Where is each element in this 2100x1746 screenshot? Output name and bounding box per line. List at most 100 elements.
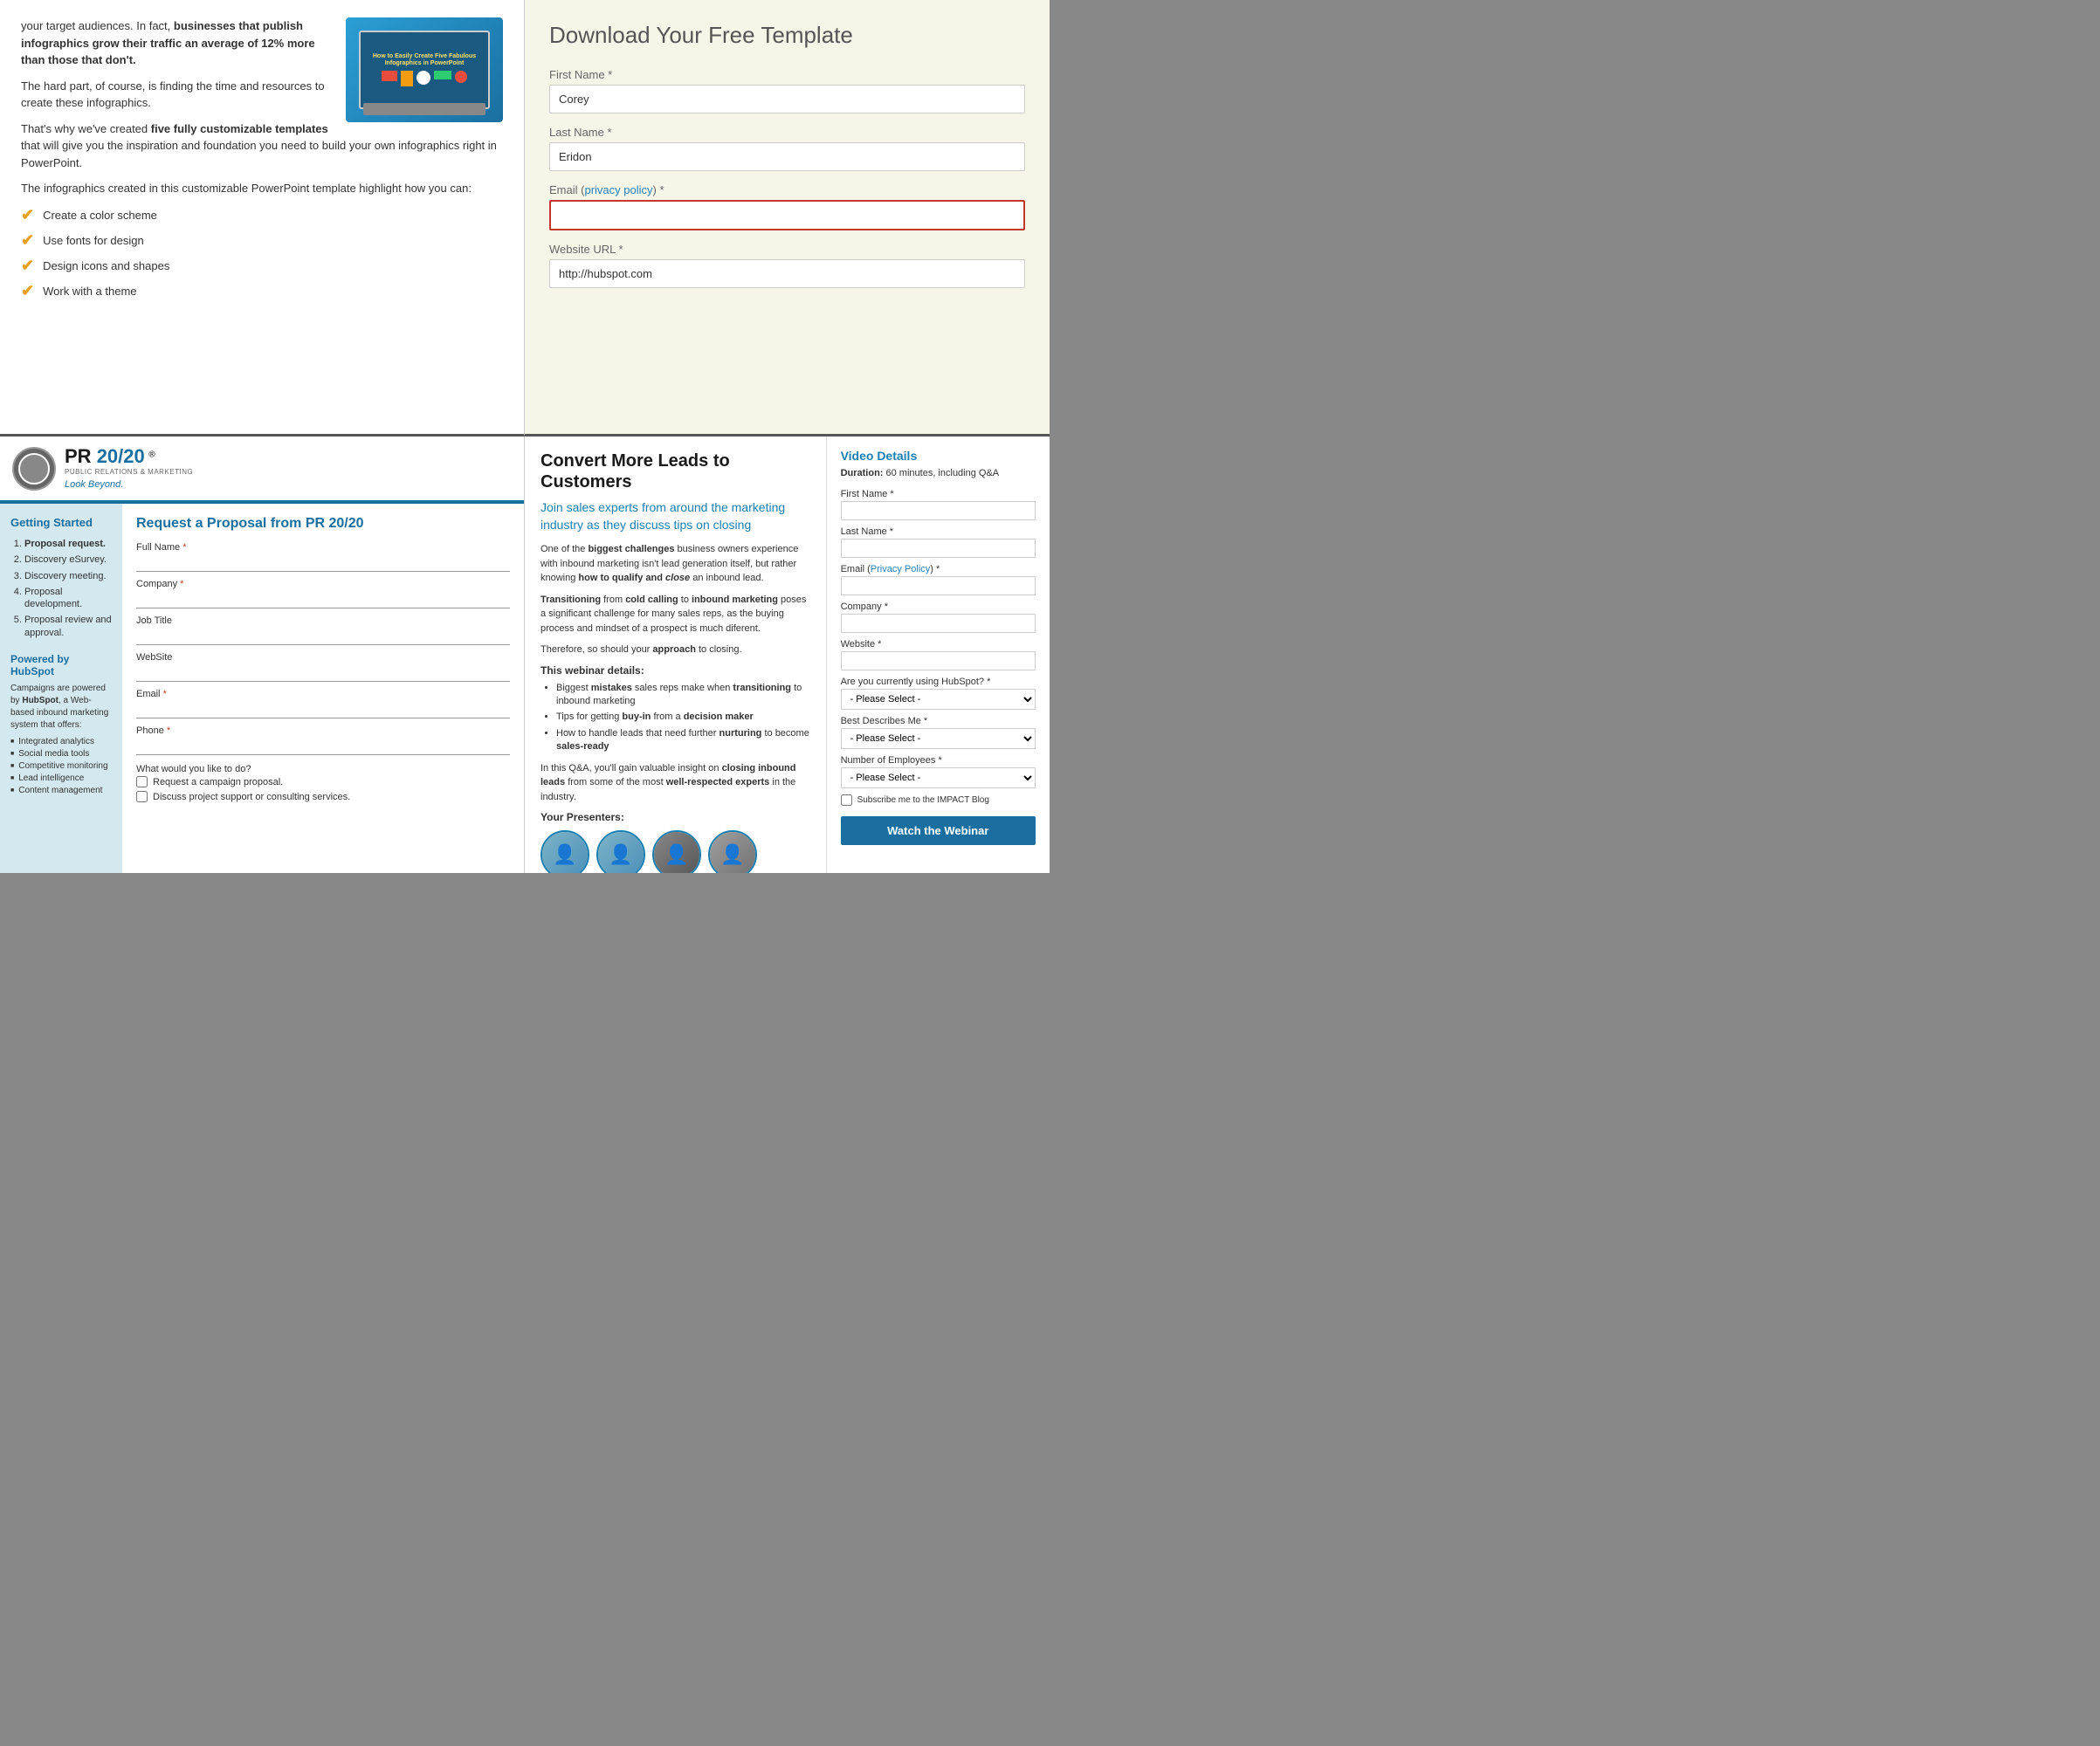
website-group-form: WebSite bbox=[136, 652, 510, 682]
vf-describes-group: Best Describes Me * - Please Select - Sa… bbox=[841, 716, 1036, 749]
last-name-input[interactable] bbox=[549, 142, 1025, 171]
vf-email-input[interactable] bbox=[841, 576, 1036, 595]
vf-website-label: Website * bbox=[841, 639, 1036, 650]
check-item-3: ✔ Design icons and shapes bbox=[21, 257, 503, 275]
webinar-p1: One of the biggest challenges business o… bbox=[540, 542, 810, 586]
infographic-shapes bbox=[382, 71, 467, 86]
check-text-4: Work with a theme bbox=[43, 285, 136, 298]
webinar-details-title: This webinar details: bbox=[540, 664, 810, 677]
feature-2: Social media tools bbox=[10, 749, 112, 759]
checkbox-item-1: Request a campaign proposal. bbox=[136, 776, 510, 787]
vf-employees-group: Number of Employees * - Please Select - … bbox=[841, 755, 1036, 788]
what-label: What would you like to do? bbox=[136, 764, 510, 774]
webinar-bullets: Biggest mistakes sales reps make when tr… bbox=[540, 682, 810, 754]
infographic-title-text: How to Easily Create Five Fabulous Infog… bbox=[366, 53, 483, 68]
website-input[interactable] bbox=[549, 259, 1025, 288]
vf-first-name-label: First Name * bbox=[841, 489, 1036, 499]
checkmark-icon-4: ✔ bbox=[21, 282, 34, 300]
vf-hubspot-select[interactable]: - Please Select - Yes No bbox=[841, 689, 1036, 710]
checkmark-icon-1: ✔ bbox=[21, 206, 34, 224]
avatar-placeholder-2: 👤 bbox=[598, 832, 644, 873]
webinar-heading: Convert More Leads to Customers bbox=[540, 450, 810, 492]
shape-rect-1 bbox=[382, 71, 397, 81]
webinar-subtitle: Join sales experts from around the marke… bbox=[540, 499, 810, 533]
checkmark-icon-2: ✔ bbox=[21, 231, 34, 250]
checkbox-consulting[interactable] bbox=[136, 791, 148, 802]
panel-bottom-right: Convert More Leads to Customers Join sal… bbox=[525, 436, 1050, 873]
last-name-group: Last Name * bbox=[549, 126, 1025, 171]
email-group: Email (privacy policy) * bbox=[549, 183, 1025, 230]
pr-subtitle: PUBLIC RELATIONS & MARKETING bbox=[65, 468, 512, 476]
proposal-form-title: Request a Proposal from PR 20/20 bbox=[136, 516, 510, 532]
vf-last-name-group: Last Name * bbox=[841, 526, 1036, 558]
checkbox-item-2: Discuss project support or consulting se… bbox=[136, 791, 510, 802]
vf-website-input[interactable] bbox=[841, 651, 1036, 670]
first-name-input[interactable] bbox=[549, 85, 1025, 113]
privacy-policy-link-vf[interactable]: Privacy Policy bbox=[871, 564, 930, 574]
privacy-policy-link[interactable]: privacy policy bbox=[584, 183, 652, 196]
job-title-input[interactable] bbox=[136, 629, 510, 645]
company-group: Company * bbox=[136, 579, 510, 608]
shape-rect-3 bbox=[434, 71, 451, 79]
bullet-1: Biggest mistakes sales reps make when tr… bbox=[556, 682, 810, 709]
subscribe-checkbox[interactable] bbox=[841, 794, 852, 806]
vf-employees-select[interactable]: - Please Select - 1-10 11-50 51-200 bbox=[841, 767, 1036, 788]
phone-group: Phone * bbox=[136, 725, 510, 755]
job-title-group: Job Title bbox=[136, 615, 510, 645]
vf-first-name-group: First Name * bbox=[841, 489, 1036, 520]
phone-input[interactable] bbox=[136, 739, 510, 755]
checkbox-proposal-label: Request a campaign proposal. bbox=[153, 777, 283, 787]
step-2: Discovery eSurvey. bbox=[24, 553, 112, 566]
bullet-3: How to handle leads that need further nu… bbox=[556, 727, 810, 754]
vf-describes-select[interactable]: - Please Select - Sales Marketing Execut… bbox=[841, 728, 1036, 749]
website-label-form: WebSite bbox=[136, 652, 510, 663]
avatar-placeholder-1: 👤 bbox=[542, 832, 588, 873]
bottom-left-content: Getting Started Proposal request. Discov… bbox=[0, 504, 524, 873]
shape-circle-1 bbox=[417, 71, 430, 85]
watch-webinar-button[interactable]: Watch the Webinar bbox=[841, 816, 1036, 845]
highlight-intro: The infographics created in this customi… bbox=[21, 180, 503, 197]
vf-email-label: Email (Privacy Policy) * bbox=[841, 564, 1036, 574]
step-4: Proposal development. bbox=[24, 586, 112, 611]
website-label: Website URL * bbox=[549, 243, 1025, 256]
vf-company-input[interactable] bbox=[841, 614, 1036, 633]
feature-4: Lead intelligence bbox=[10, 773, 112, 783]
email-label-form: Email * bbox=[136, 689, 510, 699]
video-duration: Duration: 60 minutes, including Q&A bbox=[841, 468, 1036, 478]
avatar-2: 👤 bbox=[596, 830, 645, 873]
email-input-form[interactable] bbox=[136, 702, 510, 718]
first-name-group: First Name * bbox=[549, 68, 1025, 113]
full-name-input[interactable] bbox=[136, 555, 510, 572]
video-details-title: Video Details bbox=[841, 449, 1036, 463]
full-name-group: Full Name * bbox=[136, 542, 510, 572]
presenters-title: Your Presenters: bbox=[540, 811, 810, 823]
vf-describes-label: Best Describes Me * bbox=[841, 716, 1036, 726]
bullet-2: Tips for getting buy-in from a decision … bbox=[556, 711, 810, 724]
panel-top-left: How to Easily Create Five Fabulous Infog… bbox=[0, 0, 525, 436]
vf-last-name-input[interactable] bbox=[841, 539, 1036, 558]
feature-1: Integrated analytics bbox=[10, 737, 112, 746]
avatar-3: 👤 bbox=[652, 830, 701, 873]
sidebar-nav: Getting Started Proposal request. Discov… bbox=[0, 504, 122, 873]
first-name-label: First Name * bbox=[549, 68, 1025, 81]
vf-hubspot-group: Are you currently using HubSpot? * - Ple… bbox=[841, 677, 1036, 710]
vf-company-group: Company * bbox=[841, 601, 1036, 633]
company-input[interactable] bbox=[136, 592, 510, 608]
full-name-label: Full Name * bbox=[136, 542, 510, 553]
website-input-form[interactable] bbox=[136, 665, 510, 682]
checkbox-proposal[interactable] bbox=[136, 776, 148, 787]
pr-logo-text: PR 20/20 ® PUBLIC RELATIONS & MARKETING … bbox=[65, 445, 512, 491]
email-label: Email (privacy policy) * bbox=[549, 183, 1025, 196]
presenter-avatars: 👤 👤 👤 👤 bbox=[540, 830, 810, 873]
pr-title: PR 20/20 ® bbox=[65, 445, 512, 468]
last-name-label: Last Name * bbox=[549, 126, 1025, 139]
webinar-content: Convert More Leads to Customers Join sal… bbox=[525, 436, 827, 873]
email-input[interactable] bbox=[549, 200, 1025, 230]
video-form: Video Details Duration: 60 minutes, incl… bbox=[827, 436, 1050, 873]
website-group: Website URL * bbox=[549, 243, 1025, 288]
vf-first-name-input[interactable] bbox=[841, 501, 1036, 520]
avatar-1: 👤 bbox=[540, 830, 589, 873]
checkbox-group: What would you like to do? Request a cam… bbox=[136, 764, 510, 802]
webinar-p3: Therefore, so should your approach to cl… bbox=[540, 643, 810, 657]
avatar-placeholder-4: 👤 bbox=[710, 832, 755, 873]
